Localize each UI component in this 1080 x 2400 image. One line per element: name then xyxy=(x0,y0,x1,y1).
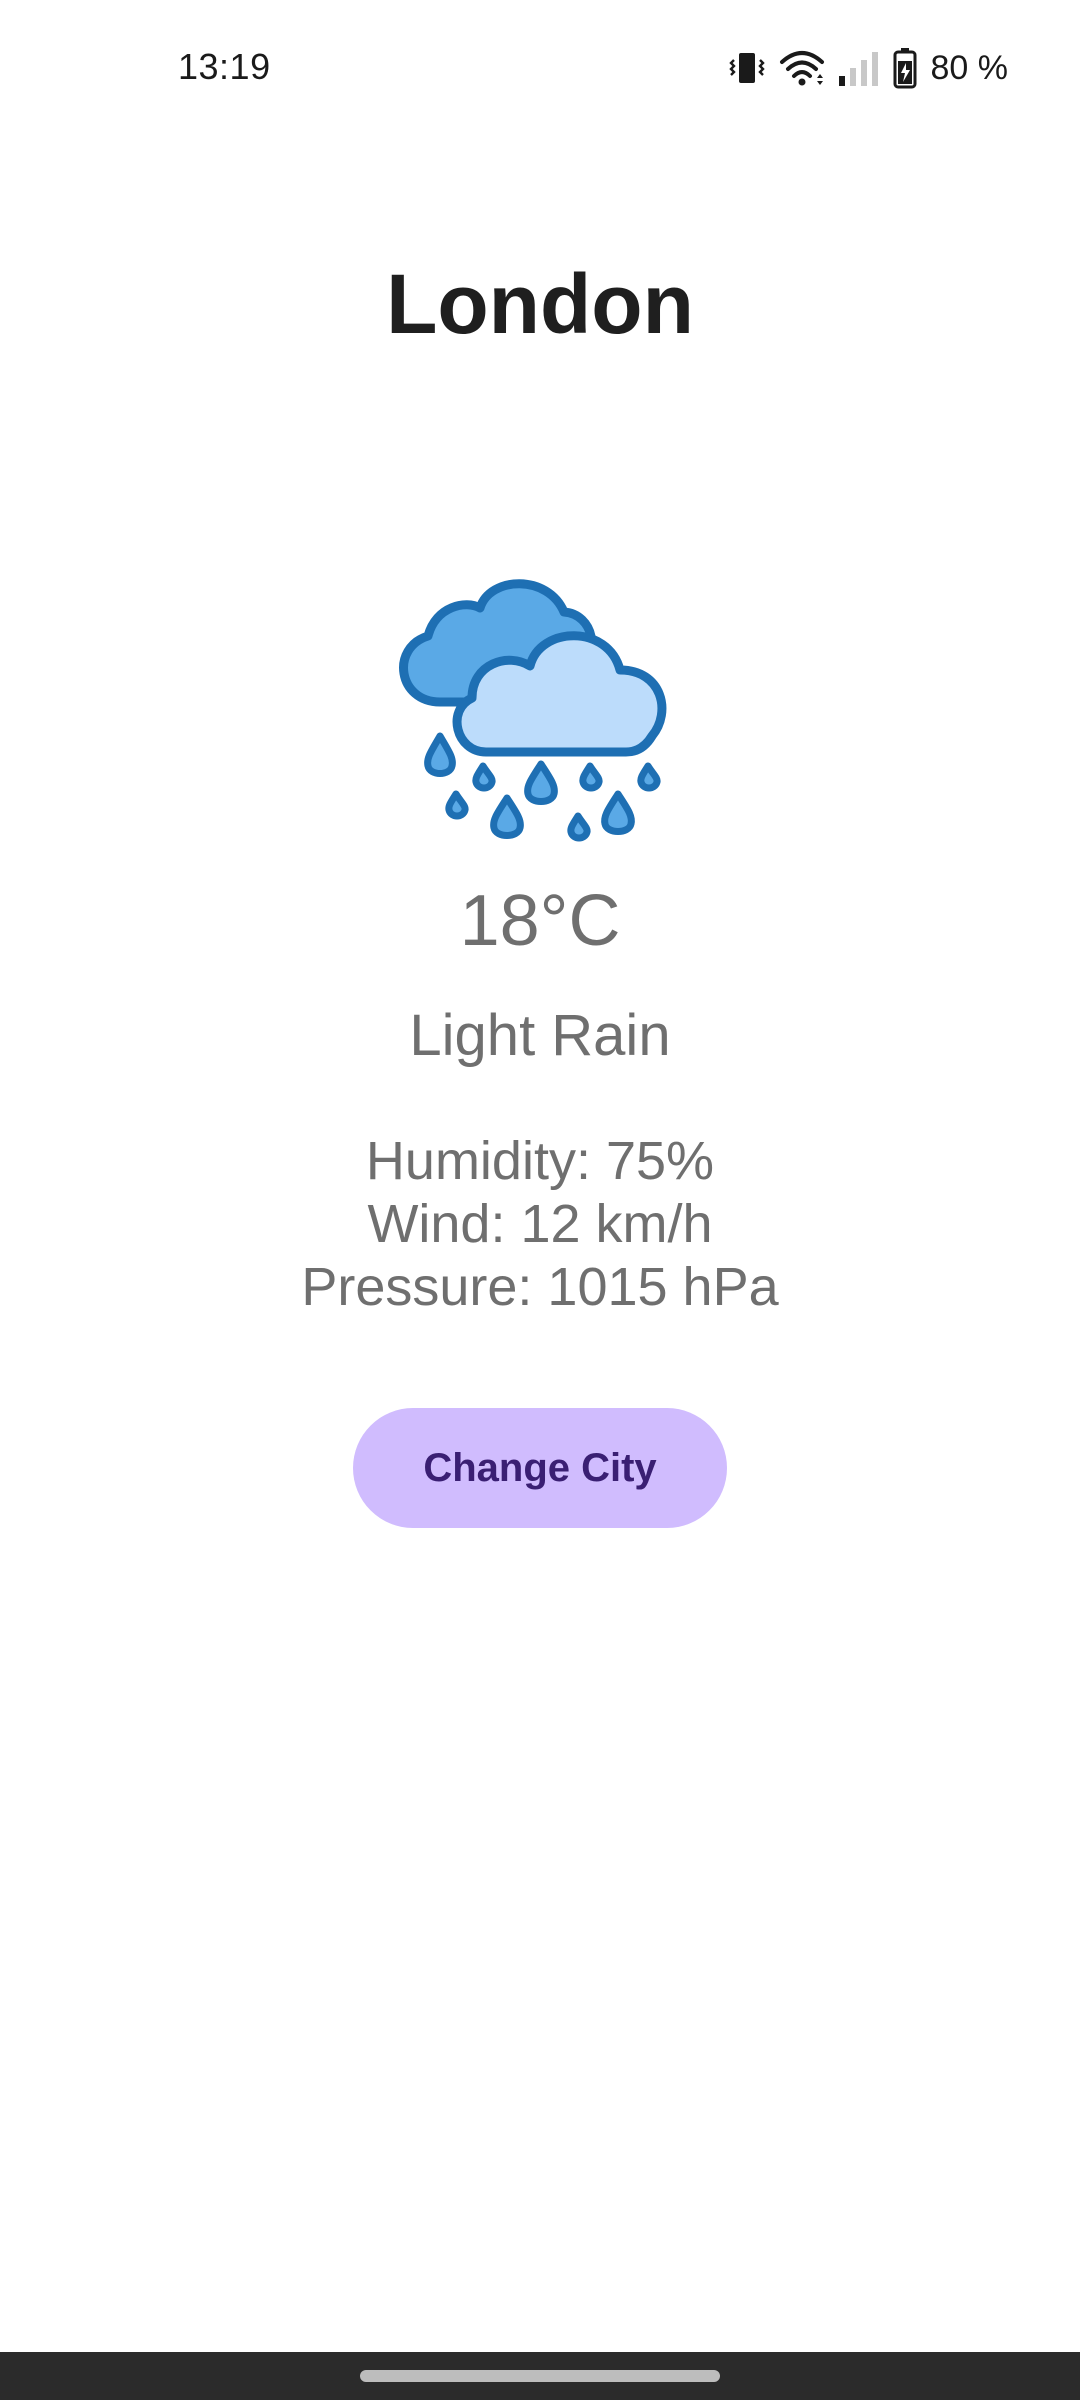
battery-percentage: 80 % xyxy=(930,48,1009,87)
humidity-text: Humidity: 75% xyxy=(365,1131,715,1191)
battery-charging-icon xyxy=(893,47,917,89)
city-name: London xyxy=(386,257,694,351)
home-gesture-handle[interactable] xyxy=(360,2370,720,2382)
change-city-button[interactable]: Change City xyxy=(353,1408,727,1528)
status-time: 13:19 xyxy=(178,46,271,87)
pressure-text: Pressure: 1015 hPa xyxy=(301,1257,779,1317)
weather-condition: Light Rain xyxy=(409,1003,671,1068)
status-icons: 80 % xyxy=(727,46,1009,90)
weather-details: Humidity: 75% Wind: 12 km/h Pressure: 10… xyxy=(0,1130,1080,1319)
wind-text: Wind: 12 km/h xyxy=(367,1194,713,1254)
status-bar: 13:19 80 % xyxy=(0,0,1080,140)
temperature-value: 18°C xyxy=(459,881,621,961)
cloud-rain-icon xyxy=(380,540,700,860)
signal-icon xyxy=(837,48,881,88)
vibrate-icon xyxy=(727,48,767,88)
navigation-bar xyxy=(0,2352,1080,2400)
wifi-icon xyxy=(779,48,825,88)
